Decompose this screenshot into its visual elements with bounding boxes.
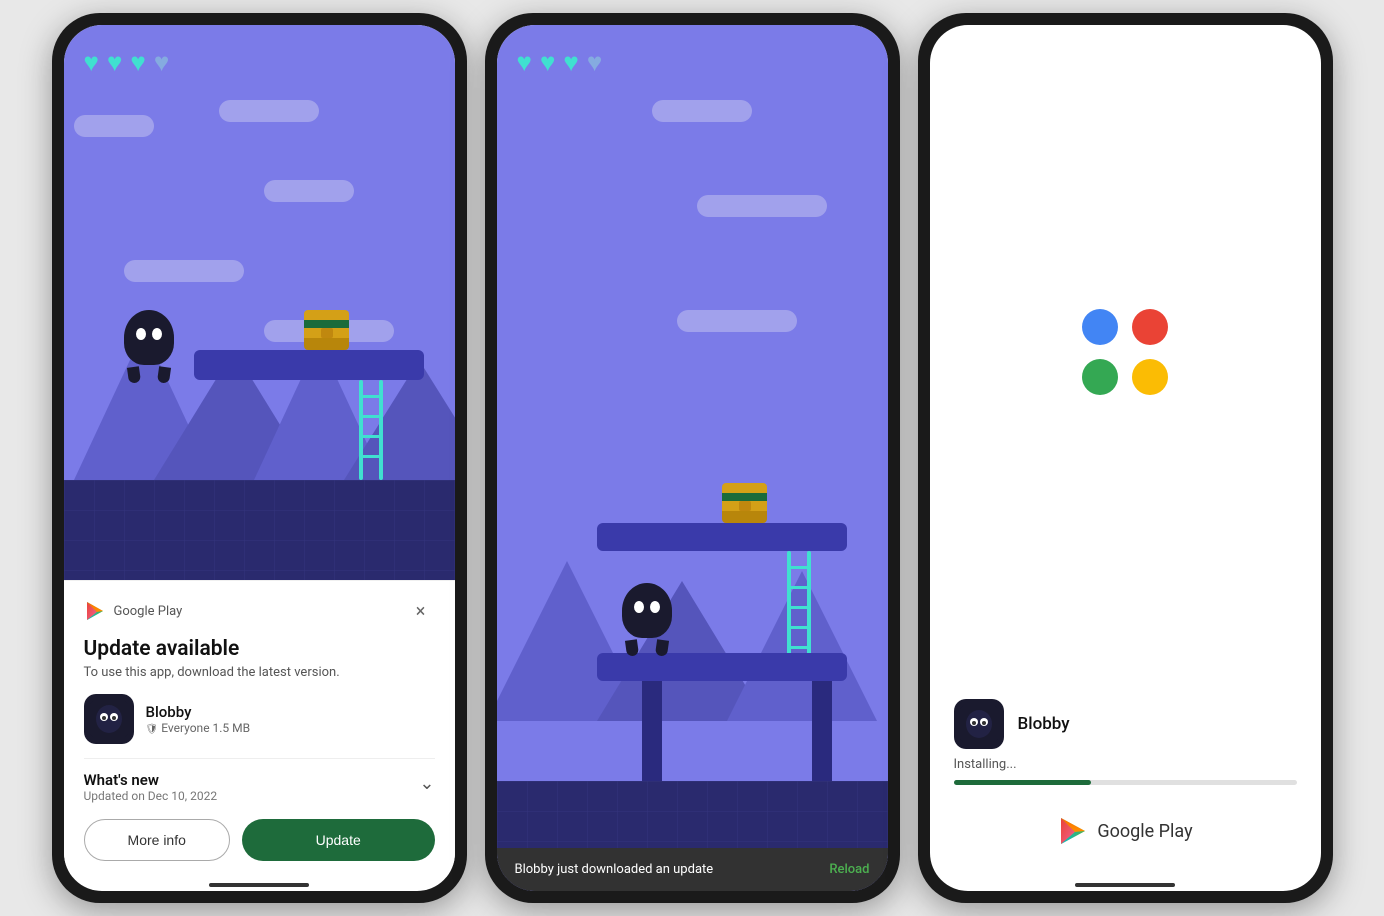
cloud-4 xyxy=(124,260,244,282)
heart-2-2: ♥ xyxy=(540,47,555,78)
close-button[interactable]: × xyxy=(407,597,435,625)
gplay-footer-logo-icon xyxy=(1057,815,1089,847)
lower-platform xyxy=(597,653,847,681)
gplay-logo-row: Google Play xyxy=(84,600,183,622)
app-name: Blobby xyxy=(146,703,251,721)
gplay-label: Google Play xyxy=(114,604,183,619)
app-meta-text: Everyone 1.5 MB xyxy=(161,721,250,735)
toast-text: Blobby just downloaded an update xyxy=(515,862,714,877)
green-dot xyxy=(1082,359,1118,395)
heart-3: ♥ xyxy=(130,47,145,78)
cloud-2-3 xyxy=(677,310,797,332)
ground-area xyxy=(64,480,455,580)
progress-bar-background xyxy=(954,780,1297,785)
heart-2-3: ♥ xyxy=(563,47,578,78)
whats-new-title: What's new xyxy=(84,771,218,789)
main-platform xyxy=(194,350,424,380)
ladder xyxy=(359,380,383,480)
character-blobby-2 xyxy=(617,583,677,653)
game-screenshot-1: ♥ ♥ ♥ ♥ xyxy=(64,25,455,580)
update-title: Update available xyxy=(84,637,435,661)
game-screenshot-2: ♥ ♥ ♥ ♥ xyxy=(497,25,888,891)
heart-2: ♥ xyxy=(107,47,122,78)
toast-notification: Blobby just downloaded an update Reload xyxy=(497,848,888,891)
install-section: Blobby Installing... xyxy=(930,679,1321,877)
gplay-header: Google Play × xyxy=(84,597,435,625)
cloud-1 xyxy=(74,115,154,137)
home-indicator xyxy=(209,883,309,887)
cloud-2-1 xyxy=(652,100,752,122)
action-buttons: More info Update xyxy=(84,819,435,861)
phone-3-screen: Blobby Installing... xyxy=(930,25,1321,891)
phone-1-screen: ♥ ♥ ♥ ♥ xyxy=(64,25,455,891)
reload-button[interactable]: Reload xyxy=(829,862,869,877)
cloud-2-2 xyxy=(697,195,827,217)
update-button[interactable]: Update xyxy=(242,819,435,861)
hearts-row-2: ♥ ♥ ♥ ♥ xyxy=(517,47,603,78)
heart-2-1: ♥ xyxy=(517,47,532,78)
platform-support-1 xyxy=(642,681,662,781)
cloud-3 xyxy=(264,180,354,202)
home-indicator-3 xyxy=(1075,883,1175,887)
app-info-row: Blobby 🛡 Everyone 1.5 MB xyxy=(84,694,435,744)
heart-4: ♥ xyxy=(154,47,169,78)
gplay-footer-text: Google Play xyxy=(1097,821,1192,842)
google-dots-area xyxy=(930,25,1321,679)
gplay-logo-icon xyxy=(84,600,106,622)
hearts-row: ♥ ♥ ♥ ♥ xyxy=(84,47,170,78)
character-blobby xyxy=(119,310,179,380)
installing-text: Installing... xyxy=(954,757,1297,772)
app-icon xyxy=(84,694,134,744)
treasure-chest-2 xyxy=(722,483,767,523)
install-app-name: Blobby xyxy=(1018,714,1070,734)
phone-3: Blobby Installing... xyxy=(918,13,1333,903)
upper-platform xyxy=(597,523,847,551)
update-subtitle: To use this app, download the latest ver… xyxy=(84,665,435,680)
more-info-button[interactable]: More info xyxy=(84,819,230,861)
install-app-icon xyxy=(954,699,1004,749)
app-meta: 🛡 Everyone 1.5 MB xyxy=(146,721,251,735)
whats-new-text: What's new Updated on Dec 10, 2022 xyxy=(84,771,218,803)
whats-new-section: What's new Updated on Dec 10, 2022 ⌄ xyxy=(84,758,435,803)
yellow-dot xyxy=(1132,359,1168,395)
content-rating-icon: 🛡 xyxy=(146,724,159,735)
google-dots-grid xyxy=(1082,309,1168,395)
blobby-install-icon xyxy=(959,704,999,744)
chevron-down-icon[interactable]: ⌄ xyxy=(419,773,434,794)
whats-new-date: Updated on Dec 10, 2022 xyxy=(84,789,218,803)
red-dot xyxy=(1132,309,1168,345)
blobby-icon-svg xyxy=(89,699,129,739)
cloud-2 xyxy=(219,100,319,122)
ground-pattern xyxy=(64,480,455,580)
app-info-text: Blobby 🛡 Everyone 1.5 MB xyxy=(146,703,251,735)
install-app-row: Blobby xyxy=(954,699,1297,749)
blue-dot xyxy=(1082,309,1118,345)
heart-2-4: ♥ xyxy=(587,47,602,78)
heart-1: ♥ xyxy=(84,47,99,78)
phone-2: ♥ ♥ ♥ ♥ xyxy=(485,13,900,903)
progress-bar-fill xyxy=(954,780,1091,785)
gplay-footer: Google Play xyxy=(954,815,1297,847)
treasure-chest xyxy=(304,310,349,350)
bottom-panel: Google Play × Update available To use th… xyxy=(64,580,455,877)
phone-2-screen: ♥ ♥ ♥ ♥ xyxy=(497,25,888,891)
phone-1: ♥ ♥ ♥ ♥ xyxy=(52,13,467,903)
platform-support-2 xyxy=(812,681,832,781)
